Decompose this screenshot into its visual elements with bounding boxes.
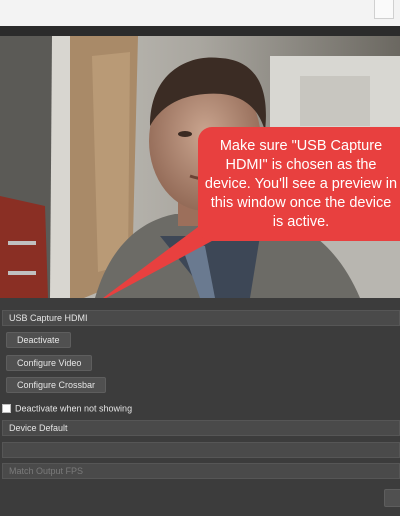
deactivate-when-not-showing-checkbox[interactable]	[2, 404, 11, 414]
device-select-value: USB Capture HDMI	[9, 313, 88, 323]
configure-video-button[interactable]: Configure Video	[6, 355, 93, 371]
device-select[interactable]: USB Capture HDMI	[2, 310, 400, 326]
deactivate-button[interactable]: Deactivate	[6, 332, 71, 348]
fps-select[interactable]: Match Output FPS	[2, 463, 400, 479]
deactivate-when-not-showing-row[interactable]: Deactivate when not showing	[2, 402, 132, 414]
configure-crossbar-button[interactable]: Configure Crossbar	[6, 377, 107, 393]
preview-top-border	[0, 26, 400, 36]
callout-text: Make sure "USB Capture HDMI" is chosen a…	[204, 138, 398, 230]
window-frame-corner	[374, 0, 394, 19]
resolution-type-value: Device Default	[9, 423, 68, 433]
window-top-strip	[0, 0, 400, 26]
deactivate-when-not-showing-label: Deactivate when not showing	[15, 403, 133, 414]
panel-corner-button[interactable]	[384, 489, 400, 507]
resolution-type-select[interactable]: Device Default	[2, 420, 400, 436]
fps-select-value: Match Output FPS	[9, 466, 84, 476]
resolution-field[interactable]	[2, 442, 400, 458]
instruction-callout: Make sure "USB Capture HDMI" is chosen a…	[198, 127, 400, 241]
